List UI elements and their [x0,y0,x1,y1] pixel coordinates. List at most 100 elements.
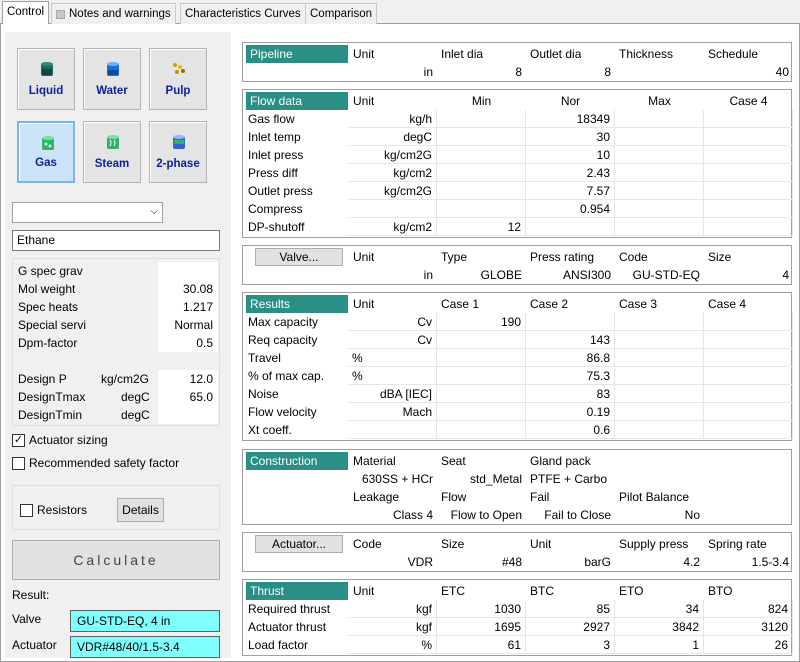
flow-cell[interactable] [615,128,704,146]
flow-cell [348,200,437,218]
molw-value[interactable]: 30.08 [158,280,218,298]
valve-button[interactable]: Valve... [255,248,343,266]
tab-control[interactable]: Control [2,1,50,25]
construction-header-pilot: Pilot Balance [619,490,690,504]
liquid-button[interactable]: Liquid [17,48,75,110]
design-p-value[interactable]: 12.0 [158,370,218,388]
flow-cell[interactable] [437,128,526,146]
flow-cell[interactable] [704,200,793,218]
thrust-cell: 34 [615,600,704,618]
results-cell [615,331,704,349]
flow-cell[interactable] [704,110,793,128]
resistors-checkbox[interactable] [20,504,33,517]
flow-cell[interactable] [615,146,704,164]
pipeline-unit-value[interactable]: in [348,63,437,81]
dpm-value[interactable]: 0.5 [158,334,218,352]
results-cell: 86.8 [526,349,615,367]
thrust-header-bto: BTO [708,584,733,598]
flow-header-max: Max [648,94,671,108]
result-valve-field: GU-STD-EQ, 4 in [70,610,220,632]
water-tank-icon [107,62,119,76]
flow-cell[interactable]: 18349 [526,110,615,128]
valve-header-type: Type [441,250,468,264]
flow-cell[interactable] [437,200,526,218]
results-header-unit: Unit [353,297,375,311]
design-tmax-value[interactable]: 65.0 [158,388,218,406]
details-button[interactable]: Details [117,498,164,522]
liquid-label: Liquid [28,85,64,97]
flow-cell[interactable]: 2.43 [526,164,615,182]
fluid-select[interactable]: ⌵ [12,202,163,223]
safety-factor-checkbox[interactable] [12,457,25,470]
results-cell: % [348,367,437,385]
pulp-button[interactable]: Pulp [149,48,207,110]
flow-cell[interactable] [704,146,793,164]
results-row-label: Noise [248,387,279,401]
design-p-unit: kg/cm2G [101,372,150,386]
flow-cell[interactable]: 12 [437,218,526,236]
valve-header-size: Size [708,250,732,264]
flow-cell[interactable] [615,218,704,236]
actuator-button[interactable]: Actuator... [255,535,343,553]
results-cell [704,403,793,421]
flow-cell[interactable] [437,146,526,164]
tab-curves[interactable]: Characteristics Curves [180,3,306,24]
flow-cell[interactable] [704,182,793,200]
gspec-value[interactable] [158,262,218,280]
flow-cell[interactable]: 30 [526,128,615,146]
two-phase-label: 2-phase [156,158,200,170]
pipeline-schedule-value[interactable]: 40 [704,63,793,81]
flow-cell[interactable] [437,164,526,182]
results-cell [704,421,793,439]
tab-comparison[interactable]: Comparison [305,3,377,24]
water-button[interactable]: Water [83,48,141,110]
flow-cell[interactable]: 10 [526,146,615,164]
spech-value[interactable]: 1.217 [158,298,218,316]
design-tmin-label: DesignTmin [18,408,83,422]
gas-button[interactable]: Gas [17,121,75,183]
fluid-name-field[interactable]: Ethane [12,230,220,251]
flow-cell[interactable] [437,182,526,200]
actuator-size-value: #48 [501,555,522,569]
flow-header-min: Min [471,94,492,108]
results-row-label: % of max cap. [248,369,325,383]
flow-cell[interactable] [526,218,615,236]
results-cell [437,385,526,403]
flow-cell[interactable] [615,110,704,128]
pipeline-header-inlet: Inlet dia [441,47,484,61]
tab-notes[interactable]: Notes and warnings [51,3,176,24]
flow-cell[interactable]: 7.57 [526,182,615,200]
results-cell [615,313,704,331]
result-actuator-label: Actuator [12,638,57,652]
steam-button[interactable]: Steam [83,121,141,183]
flow-cell[interactable] [704,128,793,146]
design-tmin-value[interactable] [158,406,218,424]
pipeline-thickness-value[interactable] [615,63,704,81]
spech-label: Spec heats [18,300,79,314]
construction-header-material: Material [353,454,396,468]
flow-cell[interactable] [615,200,704,218]
valve-group: Valve... Unit Type Press rating Code Siz… [242,245,792,285]
calculate-button[interactable]: Calculate [12,540,220,580]
thrust-cell: kgf [348,618,437,636]
actuator-sizing-checkbox[interactable]: ✓ [12,434,25,447]
pipeline-outlet-value[interactable]: 8 [526,63,615,81]
results-cell [437,331,526,349]
water-label: Water [96,85,128,97]
results-cell [348,421,437,439]
pipeline-inlet-value[interactable]: 8 [437,63,526,81]
two-phase-button[interactable]: 2-phase [149,121,207,183]
flow-cell[interactable] [437,110,526,128]
special-value[interactable]: Normal [158,316,218,334]
results-cell: % [348,349,437,367]
thrust-cell: 85 [526,600,615,618]
results-title: Results [246,295,348,313]
flow-cell[interactable] [615,182,704,200]
flow-cell[interactable] [615,164,704,182]
safety-factor-label: Recommended safety factor [29,456,180,470]
flow-cell[interactable] [704,164,793,182]
results-cell: 0.19 [526,403,615,421]
flow-cell[interactable] [704,218,793,236]
flow-cell[interactable]: 0.954 [526,200,615,218]
flow-header-unit: Unit [353,94,375,108]
